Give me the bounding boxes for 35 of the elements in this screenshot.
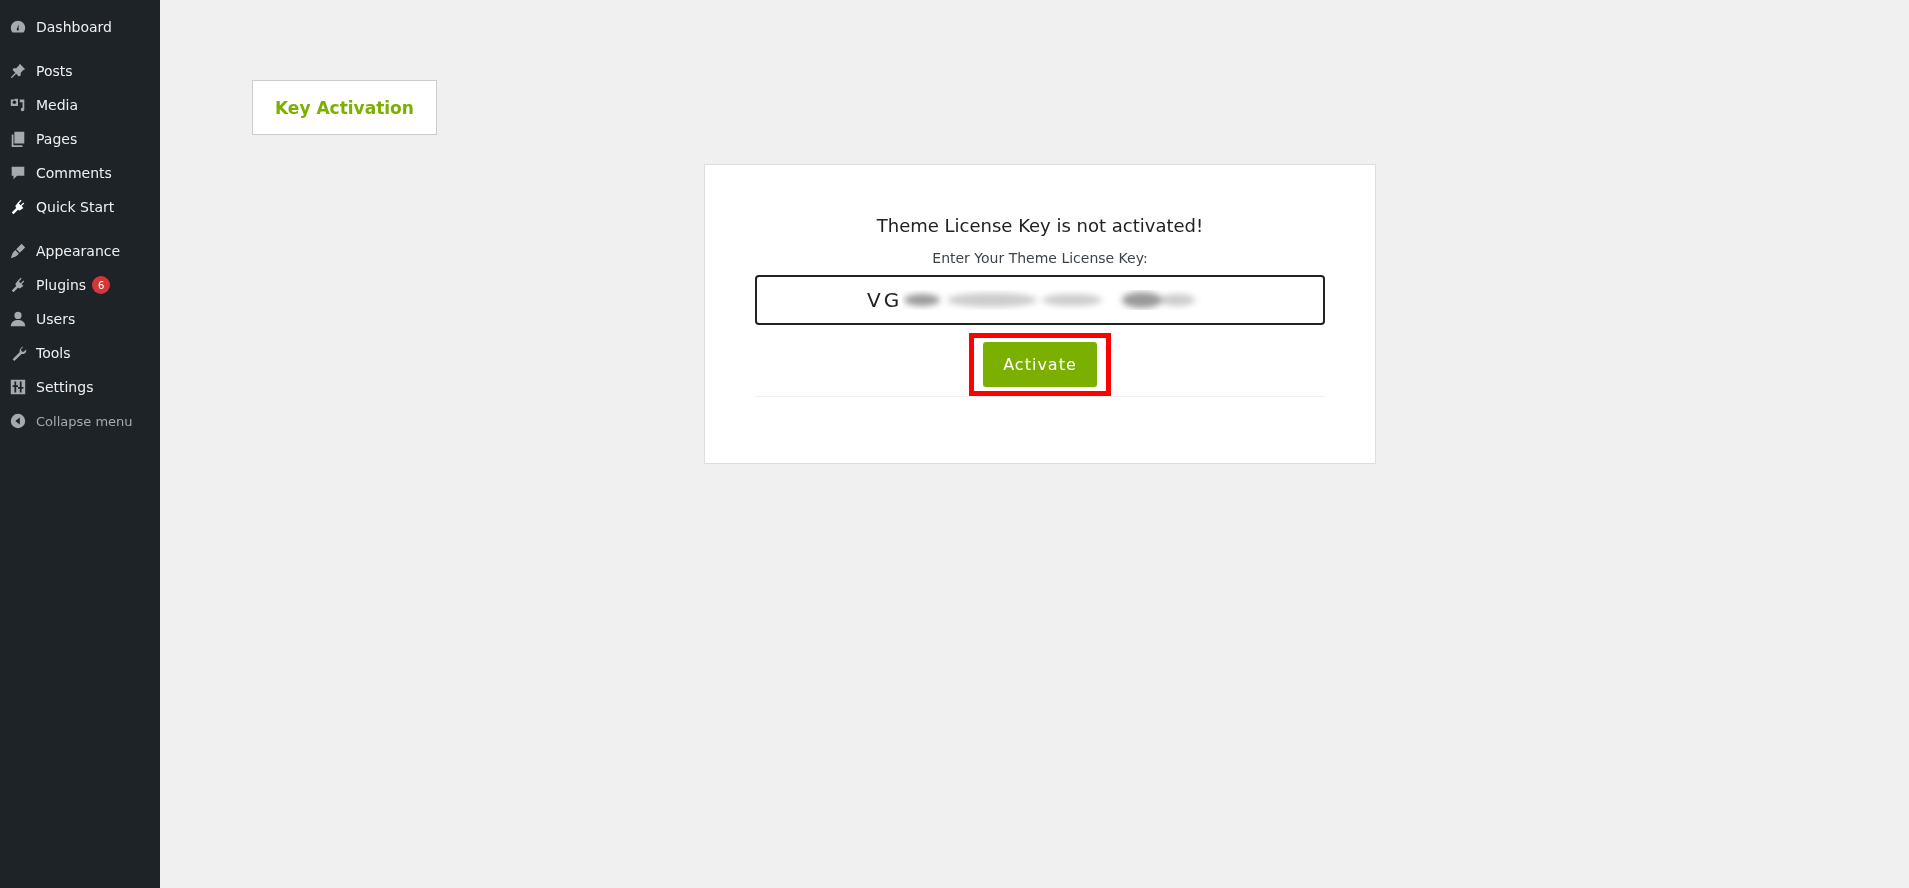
menu-label: Appearance <box>36 243 121 259</box>
menu-label: Dashboard <box>36 19 112 35</box>
menu-item[interactable]: Settings <box>0 370 160 404</box>
pages-icon <box>9 130 27 148</box>
menu-item[interactable]: Users <box>0 302 160 336</box>
menu-item[interactable]: Plugins 6 <box>0 268 160 302</box>
update-count-badge: 6 <box>92 276 111 294</box>
menu-label: Quick Start <box>36 199 115 215</box>
menu-item[interactable]: Quick Start <box>0 190 160 224</box>
menu-label: Media <box>36 97 79 113</box>
menu-item[interactable]: Dashboard <box>0 10 160 44</box>
menu-item[interactable]: Posts <box>0 54 160 88</box>
menu-label: Plugins <box>36 277 87 293</box>
menu-item[interactable]: Pages <box>0 122 160 156</box>
brush-icon <box>9 242 27 260</box>
menu-item[interactable]: Tools <box>0 336 160 370</box>
menu-label: Posts <box>36 63 73 79</box>
license-key-field[interactable]: VG <box>755 275 1325 325</box>
menu-label: Tools <box>36 345 71 361</box>
media-icon <box>9 96 27 114</box>
user-icon <box>9 310 27 328</box>
menu-label: Settings <box>36 379 94 395</box>
left-arrow-circle-icon <box>9 412 27 430</box>
plug-icon <box>9 276 27 294</box>
menu-item[interactable]: Comments <box>0 156 160 190</box>
menu-item[interactable]: Appearance <box>0 234 160 268</box>
collapse-menu-button[interactable]: Collapse menu <box>0 404 160 438</box>
menu-label: Comments <box>36 165 112 181</box>
field-label: Enter Your Theme License Key: <box>932 250 1148 266</box>
menu-label: Users <box>36 311 76 327</box>
sliders-icon <box>9 378 27 396</box>
menu-label: Pages <box>36 131 78 147</box>
card-title: Theme License Key is not activated! <box>876 215 1204 236</box>
menu-item[interactable]: Media <box>0 88 160 122</box>
pin-icon <box>9 62 27 80</box>
